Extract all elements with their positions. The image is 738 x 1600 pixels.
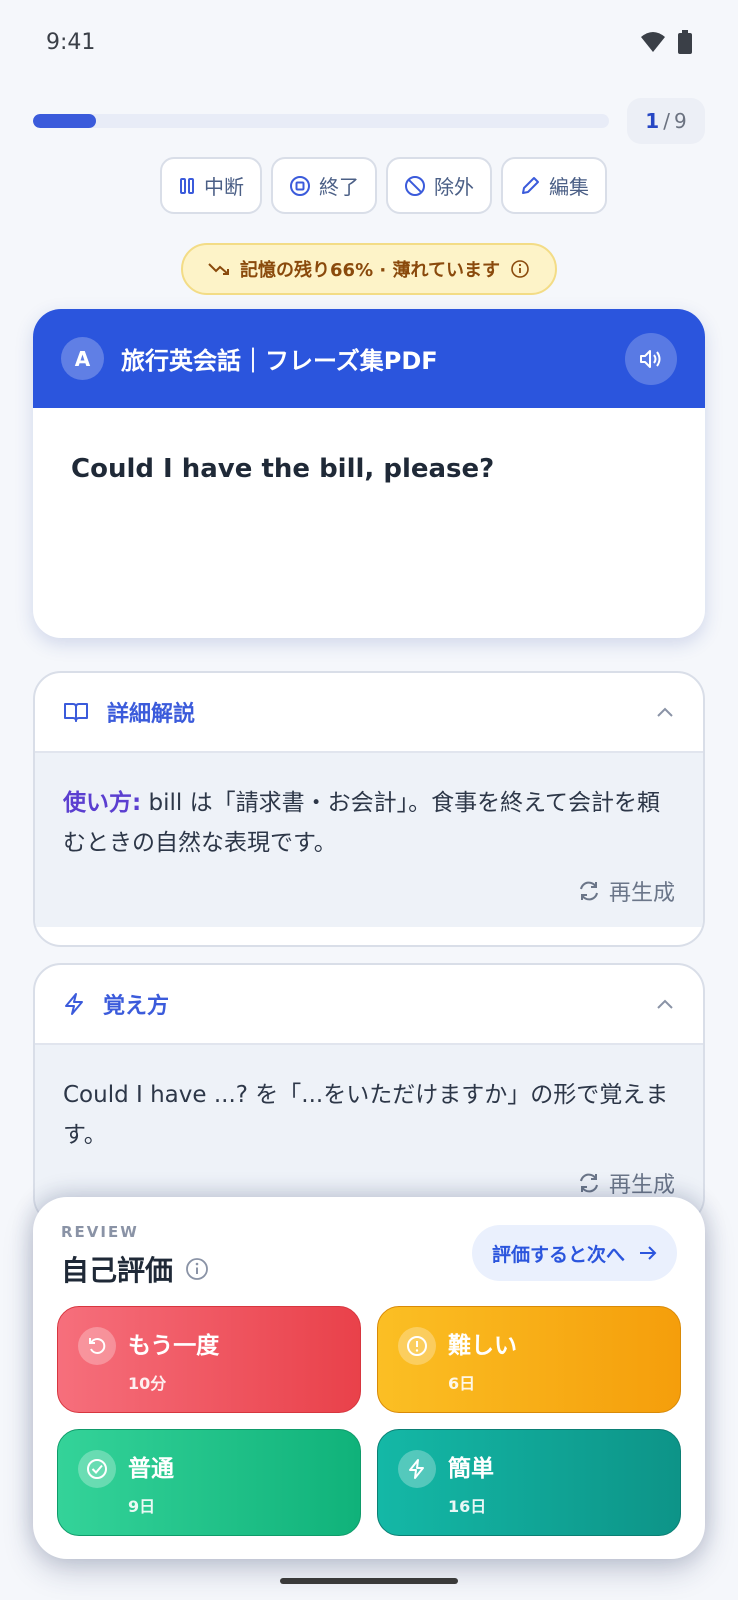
bolt-icon [65,993,83,1015]
deck-avatar: A [61,337,104,380]
book-icon [64,703,88,722]
session-actions: 中断 終了 除外 編集 [160,157,607,214]
grade-again-text: もう一度 10分 [128,1326,219,1394]
progress-row: 1 / 9 [33,98,705,144]
home-indicator[interactable] [280,1578,458,1584]
check-circle-icon [78,1450,116,1488]
deck-name: 旅行英会話｜フレーズ集PDF [121,347,438,375]
grade-interval: 10分 [128,1373,167,1393]
stop-icon [290,175,310,196]
pause-button[interactable]: 中断 [160,157,262,214]
status-time: 9:41 [46,29,96,55]
memo-panel-body: Could I have ...? を「...をいただけますか」の形で覚えます。… [35,1045,703,1219]
chevron-up-icon [657,707,673,717]
info-icon [511,260,529,278]
card-front-text: Could I have the bill, please? [71,454,495,484]
speaker-icon [640,349,661,368]
memo-panel-header[interactable]: 覚え方 [35,965,703,1045]
finish-button[interactable]: 終了 [271,157,377,214]
edit-button[interactable]: 編集 [501,157,607,214]
grade-hard-button[interactable]: 難しい 6日 [377,1306,681,1413]
regenerate-label: 再生成 [608,1173,675,1198]
finish-label: 終了 [319,175,359,199]
next-label: 評価すると次へ [491,1243,625,1266]
review-title: 自己評価 [61,1249,209,1289]
detail-panel-body: 使い方: bill は「請求書・お会計」。食事を終えて会計を頼むときの自然な表現… [35,753,703,927]
grade-easy-button[interactable]: 簡単 16日 [377,1429,681,1536]
counter-total: 9 [673,109,687,133]
grade-buttons: もう一度 10分 難しい 6日 普通 9日 簡単 16日 [57,1306,681,1536]
grade-good-text: 普通 9日 [128,1449,174,1517]
card-counter: 1 / 9 [627,98,705,144]
regenerate-button[interactable]: 再生成 [63,1167,675,1199]
memory-retention-badge[interactable]: 記憶の残り66% · 薄れています [181,243,557,295]
grade-interval: 6日 [448,1373,476,1393]
usage-text: bill は「請求書・お会計」。食事を終えて会計を頼むときの自然な表現です。 [63,790,660,856]
grade-label: 普通 [128,1455,174,1482]
grade-good-button[interactable]: 普通 9日 [57,1429,361,1536]
grade-interval: 16日 [448,1496,487,1516]
status-icons [640,30,692,54]
grade-label: 簡単 [448,1455,494,1482]
progress-fill [33,114,97,128]
speak-button[interactable] [625,332,677,385]
battery-icon [678,30,692,54]
detail-text: 使い方: bill は「請求書・お会計」。食事を終えて会計を頼むときの自然な表現… [63,783,675,863]
refresh-icon [580,881,598,901]
pencil-icon [522,176,539,194]
review-sheet: REVIEW 自己評価 評価すると次へ もう一度 10分 難しい 6日 普通 9… [33,1197,705,1559]
regenerate-button[interactable]: 再生成 [63,875,675,907]
card-header: A 旅行英会話｜フレーズ集PDF [33,309,705,408]
chevron-up-icon [657,999,673,1009]
bolt-icon [398,1450,436,1488]
grade-interval: 9日 [128,1496,156,1516]
review-eyebrow: REVIEW [61,1223,139,1241]
alert-circle-icon [398,1327,436,1365]
usage-label: 使い方: [63,790,142,816]
review-title-text: 自己評価 [61,1254,174,1287]
exclude-button[interactable]: 除外 [386,157,492,214]
detail-explanation-panel: 詳細解説 使い方: bill は「請求書・お会計」。食事を終えて会計を頼むときの… [33,671,705,947]
counter-separator: / [663,109,670,133]
exclude-label: 除外 [434,175,474,199]
edit-label: 編集 [549,175,589,199]
wifi-icon [641,32,665,52]
pause-icon [180,177,194,194]
detail-panel-header[interactable]: 詳細解説 [35,673,703,753]
arrow-right-icon [640,1246,657,1260]
trending-down-icon [208,263,230,275]
next-button[interactable]: 評価すると次へ [471,1225,677,1281]
grade-hard-text: 難しい 6日 [448,1326,517,1394]
grade-label: 難しい [448,1332,517,1359]
counter-current: 1 [645,109,660,133]
memo-panel-title: 覚え方 [103,994,170,1019]
grade-label: もう一度 [128,1332,220,1359]
info-icon[interactable] [185,1257,209,1281]
detail-panel-title: 詳細解説 [107,702,196,727]
ban-icon [405,175,425,196]
grade-again-button[interactable]: もう一度 10分 [57,1306,361,1413]
memorization-panel: 覚え方 Could I have ...? を「...をいただけますか」の形で覚… [33,963,705,1225]
undo-icon [78,1327,116,1365]
pause-label: 中断 [204,175,244,199]
memo-text: Could I have ...? を「...をいただけますか」の形で覚えます。 [63,1082,669,1148]
memory-text: 記憶の残り66% · 薄れています [240,260,500,281]
flashcard[interactable]: A 旅行英会話｜フレーズ集PDF Could I have the bill, … [33,309,705,638]
regenerate-label: 再生成 [608,881,675,906]
status-bar: 9:41 [0,0,738,84]
refresh-icon [580,1173,598,1193]
progress-bar [33,114,609,128]
grade-easy-text: 簡単 16日 [448,1449,494,1517]
